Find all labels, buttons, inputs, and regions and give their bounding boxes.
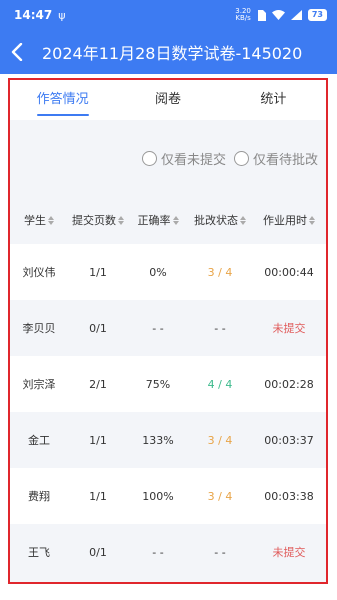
column-header-pages[interactable]: 提交页数 [68,212,128,228]
cell-status: 4 / 4 [207,377,233,391]
table-row[interactable]: 刘仪伟 1/1 0% 3 / 4 00:00:44 [10,244,326,300]
cell-status: - - [214,321,226,335]
filter-pending-label: 仅看待批改 [252,152,318,168]
network-speed-unit: KB/s [235,14,251,22]
cell-accuracy: - - [152,321,164,335]
sort-icon [309,215,315,225]
column-header-accuracy[interactable]: 正确率 [128,212,188,228]
cell-student: 李贝贝 [22,322,56,335]
student-table: 学生 提交页数 正确率 批改状态 作业用时 刘仪伟 1/1 0% 3 / 4 0… [10,196,326,580]
cell-time: 未提交 [272,546,306,559]
cell-accuracy: 133% [142,433,174,447]
table-row[interactable]: 刘宗泽 2/1 75% 4 / 4 00:02:28 [10,356,326,412]
column-header-label: 作业用时 [263,214,307,227]
cell-accuracy: 75% [145,377,171,391]
status-indicators: 3.20 KB/s 73 [235,8,327,22]
column-header-label: 正确率 [137,214,171,227]
cell-student: 刘仪伟 [22,266,56,279]
table-row[interactable]: 王飞 0/1 - - - - 未提交 [10,524,326,580]
sort-icon [48,215,54,225]
radio-unsubmitted[interactable] [141,150,157,166]
wifi-icon [271,10,285,20]
tab-answer-status[interactable]: 作答情况 [10,80,115,120]
sort-icon [118,215,124,225]
filter-unsubmitted[interactable]: 仅看未提交 [141,149,226,168]
signal-icon [290,10,302,20]
back-button[interactable] [0,30,34,74]
cell-pages: 2/1 [89,377,107,391]
sim-icon [257,9,266,21]
table-body: 刘仪伟 1/1 0% 3 / 4 00:00:44 李贝贝 0/1 - - - … [10,244,326,580]
cell-status: - - [214,545,226,559]
battery-icon: 73 [307,9,327,21]
page-title: 2024年11月28日数学试卷-145020 [42,44,303,63]
cell-student: 王飞 [28,546,50,559]
column-header-student[interactable]: 学生 [10,212,68,228]
tab-grading[interactable]: 阅卷 [115,80,220,120]
cell-pages: 0/1 [89,321,107,335]
notification-icon: ψ [58,8,66,22]
cell-student: 金工 [28,434,50,447]
cell-time: 未提交 [272,322,306,335]
nav-bar: 2024年11月28日数学试卷-145020 [0,30,337,74]
chevron-left-icon [11,43,23,61]
sort-icon [240,215,246,225]
cell-accuracy: 0% [149,265,167,279]
cell-pages: 1/1 [89,265,107,279]
status-time: 14:47 [14,8,53,22]
network-speed: 3.20 KB/s [235,8,251,22]
cell-time: 00:02:28 [264,377,314,391]
cell-status: 3 / 4 [207,433,233,447]
table-row[interactable]: 李贝贝 0/1 - - - - 未提交 [10,300,326,356]
cell-pages: 1/1 [89,489,107,503]
column-header-label: 批改状态 [194,214,238,227]
tab-statistics[interactable]: 统计 [221,80,326,120]
tab-bar: 作答情况 阅卷 统计 [10,80,326,120]
table-row[interactable]: 金工 1/1 133% 3 / 4 00:03:37 [10,412,326,468]
column-header-label: 提交页数 [72,214,116,227]
filter-pending[interactable]: 仅看待批改 [233,149,318,168]
cell-pages: 0/1 [89,545,107,559]
cell-status: 3 / 4 [207,489,233,503]
cell-student: 刘宗泽 [22,378,56,391]
table-row[interactable]: 费翔 1/1 100% 3 / 4 00:03:38 [10,468,326,524]
sort-icon [172,215,179,225]
main-content: 作答情况 阅卷 统计 仅看未提交 仅看待批改 学生 提交页数 正确率 批改状态 … [8,78,328,584]
cell-time: 00:03:38 [264,489,314,503]
cell-accuracy: - - [152,545,164,559]
filter-bar: 仅看未提交 仅看待批改 [10,120,326,196]
column-header-label: 学生 [24,214,46,227]
radio-pending[interactable] [233,150,249,166]
column-header-status[interactable]: 批改状态 [188,212,252,228]
cell-student: 费翔 [28,490,50,503]
cell-status: 3 / 4 [207,265,233,279]
status-bar: 14:47 ψ 3.20 KB/s 73 [0,0,337,30]
cell-time: 00:03:37 [264,433,314,447]
cell-accuracy: 100% [142,489,174,503]
cell-pages: 1/1 [89,433,107,447]
table-header: 学生 提交页数 正确率 批改状态 作业用时 [10,196,326,244]
cell-time: 00:00:44 [264,265,314,279]
filter-unsubmitted-label: 仅看未提交 [160,152,226,168]
column-header-time[interactable]: 作业用时 [252,212,326,228]
